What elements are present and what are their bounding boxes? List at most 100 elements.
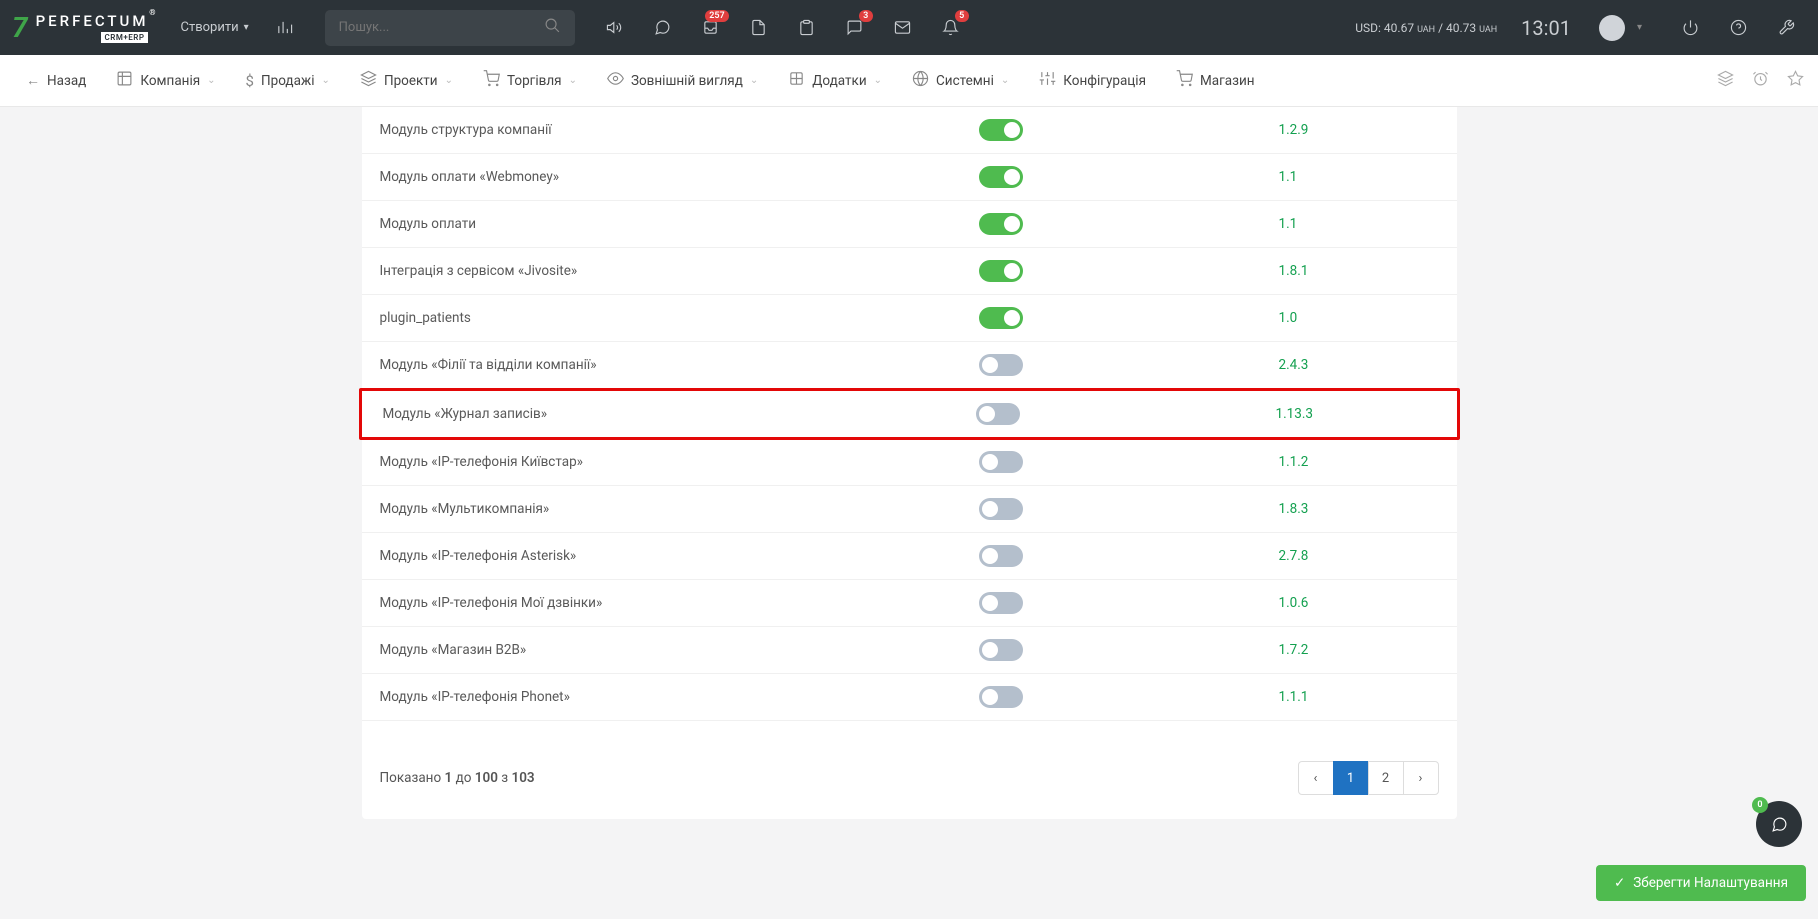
help-icon[interactable]	[1718, 8, 1758, 48]
module-row: plugin_patients1.0	[362, 295, 1457, 342]
chat-badge: 3	[859, 10, 873, 22]
module-name: Модуль «IP-телефонія Phonet»	[380, 689, 979, 705]
search-icon	[544, 17, 561, 38]
module-toggle[interactable]	[979, 166, 1023, 188]
panel-footer: Показано 1 до 100 з 103 ‹ 1 2 ›	[362, 721, 1457, 819]
save-settings-button[interactable]: ✓ Зберегти Налаштування	[1596, 865, 1806, 901]
module-toggle[interactable]	[979, 592, 1023, 614]
subnav-eye[interactable]: Зовнішній вигляд⌄	[595, 55, 770, 106]
logo[interactable]: 7 PERFECTUM® CRM+ERP	[12, 11, 148, 44]
page-1[interactable]: 1	[1333, 761, 1369, 795]
chevron-down-icon: ⌄	[445, 75, 453, 86]
shop-icon	[1176, 70, 1193, 91]
module-version: 1.1.2	[1279, 454, 1439, 470]
wrench-icon[interactable]	[1766, 8, 1806, 48]
module-name: Модуль «IP-телефонія Київстар»	[380, 454, 979, 470]
subnav-company[interactable]: Компанія⌄	[104, 55, 227, 106]
layers-icon	[360, 70, 377, 91]
company-icon	[116, 70, 133, 91]
power-icon[interactable]	[1670, 8, 1710, 48]
subnav-dollar[interactable]: $Продажі⌄	[234, 55, 342, 106]
module-toggle[interactable]	[979, 213, 1023, 235]
subnav-sliders[interactable]: Конфігурація	[1027, 55, 1158, 106]
module-name: Модуль «Журнал записів»	[383, 406, 976, 422]
module-name: Модуль «IP-телефонія Мої дзвінки»	[380, 595, 979, 611]
star-action-icon[interactable]	[1787, 70, 1804, 91]
mail-icon[interactable]	[883, 8, 923, 48]
sound-icon[interactable]	[595, 8, 635, 48]
chevron-down-icon: ⌄	[1001, 75, 1009, 86]
module-row: Інтеграція з сервісом «Jivosite»1.8.1	[362, 248, 1457, 295]
module-toggle[interactable]	[979, 686, 1023, 708]
modules-panel: Модуль структура компанії1.2.9Модуль опл…	[362, 107, 1457, 819]
module-toggle[interactable]	[976, 403, 1020, 425]
module-toggle[interactable]	[979, 545, 1023, 567]
subnav-globe[interactable]: Системні⌄	[900, 55, 1021, 106]
module-name: Модуль структура компанії	[380, 122, 979, 138]
module-name: Модуль «Філії та відділи компанії»	[380, 357, 979, 373]
clipboard-icon[interactable]	[787, 8, 827, 48]
module-version: 2.4.3	[1279, 357, 1439, 373]
module-row: Модуль «Магазин B2B» 1.7.2	[362, 627, 1457, 674]
user-avatar[interactable]	[1599, 15, 1625, 41]
module-name: Модуль «IP-телефонія Asterisk»	[380, 548, 979, 564]
module-row: Модуль оплати «Webmoney»1.1	[362, 154, 1457, 201]
subnav-cart[interactable]: Торгівля⌄	[471, 55, 589, 106]
page-next[interactable]: ›	[1403, 761, 1439, 795]
stats-icon[interactable]	[265, 8, 305, 48]
module-name: Модуль оплати «Webmoney»	[380, 169, 979, 185]
module-version: 1.0.6	[1279, 595, 1439, 611]
chevron-down-icon: ⌄	[569, 75, 577, 86]
module-toggle[interactable]	[979, 307, 1023, 329]
top-header: 7 PERFECTUM® CRM+ERP Створити ▾ 257 3	[0, 0, 1818, 55]
inbox-badge: 257	[705, 10, 728, 22]
module-version: 1.8.1	[1279, 263, 1439, 279]
search-box[interactable]	[325, 10, 575, 46]
document-icon[interactable]	[739, 8, 779, 48]
chevron-down-icon: ⌄	[207, 75, 215, 86]
chat-icon[interactable]: 3	[835, 8, 875, 48]
module-row: Модуль «IP-телефонія Київстар» 1.1.2	[362, 439, 1457, 486]
comment-icon[interactable]	[643, 8, 683, 48]
module-name: Модуль «Мультикомпанія»	[380, 501, 979, 517]
logo-icon: 7	[12, 11, 28, 44]
module-toggle[interactable]	[979, 498, 1023, 520]
support-chat-button[interactable]: 0	[1756, 801, 1802, 847]
module-toggle[interactable]	[979, 451, 1023, 473]
arrow-left-icon: ←	[26, 72, 40, 89]
subnav-layers[interactable]: Проекти⌄	[348, 55, 465, 106]
bell-icon[interactable]: 5	[931, 8, 971, 48]
sliders-icon	[1039, 70, 1056, 91]
back-button[interactable]: ← Назад	[14, 55, 98, 106]
module-version: 1.7.2	[1279, 642, 1439, 658]
module-toggle[interactable]	[979, 354, 1023, 376]
search-input[interactable]	[339, 20, 544, 35]
clock-display: 13:01	[1521, 16, 1571, 40]
module-row: Модуль «IP-телефонія Phonet»1.1.1	[362, 674, 1457, 721]
module-toggle[interactable]	[979, 639, 1023, 661]
logo-sub: CRM+ERP	[101, 32, 149, 43]
chevron-down-icon: ⌄	[322, 75, 330, 86]
eye-icon	[607, 70, 624, 91]
user-chevron-icon[interactable]: ▾	[1637, 22, 1642, 33]
page-prev[interactable]: ‹	[1298, 761, 1334, 795]
module-toggle[interactable]	[979, 260, 1023, 282]
clock-action-icon[interactable]	[1752, 70, 1769, 91]
currency-display: USD: 40.67 UAH / 40.73 UAH	[1355, 21, 1497, 35]
subnav-shop[interactable]: Магазин	[1164, 55, 1267, 106]
module-name: Модуль оплати	[380, 216, 979, 232]
page-2[interactable]: 2	[1368, 761, 1404, 795]
module-version: 1.13.3	[1276, 406, 1436, 422]
dollar-icon: $	[246, 72, 254, 90]
chevron-down-icon: ⌄	[750, 75, 758, 86]
logo-text: PERFECTUM®	[36, 12, 149, 30]
module-name: Модуль «Магазин B2B»	[380, 642, 979, 658]
layers-action-icon[interactable]	[1717, 70, 1734, 91]
subnav-puzzle[interactable]: Додатки⌄	[776, 55, 894, 106]
module-version: 1.8.3	[1279, 501, 1439, 517]
module-toggle[interactable]	[979, 119, 1023, 141]
module-row: Модуль оплати1.1	[362, 201, 1457, 248]
create-dropdown[interactable]: Створити ▾	[172, 20, 256, 35]
inbox-icon[interactable]: 257	[691, 8, 731, 48]
chevron-down-icon: ⌄	[874, 75, 882, 86]
